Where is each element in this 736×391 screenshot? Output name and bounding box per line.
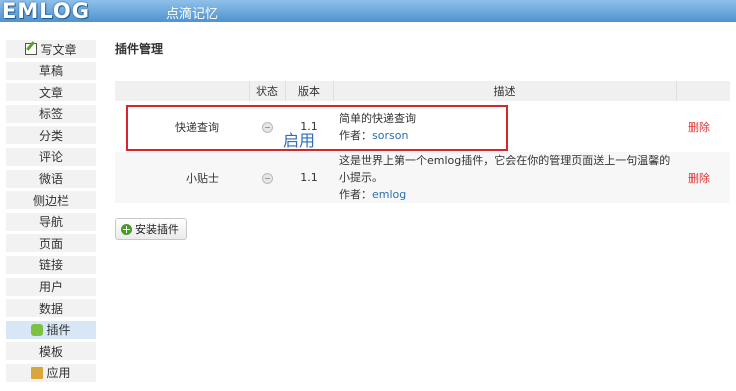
plugin-description: 这是世界上第一个emlog插件，它会在你的管理页面送上一句温馨的小提示。 [339,154,671,184]
install-plugin-button[interactable]: 安装插件 [115,218,187,240]
delete-plugin-link[interactable]: 删除 [688,121,710,134]
author-link[interactable]: emlog [372,188,406,201]
main-content: 插件管理 状态 版本 描述 快递查询 1.1 简单的快递查询 作者：sorson… [115,40,730,203]
app-icon [31,366,44,379]
emlog-logo[interactable]: EMLOG [2,0,90,23]
sidebar-item-categories[interactable]: 分类 [5,125,97,146]
sidebar-item-widgets[interactable]: 侧边栏 [5,190,97,211]
sidebar-item-label: 插件 [46,323,71,338]
header-description: 描述 [333,81,677,101]
plugin-version: 1.1 [300,171,318,184]
annotation-highlight-box [126,105,508,151]
sidebar-item-label: 数据 [38,301,63,316]
plugin-name: 小贴士 [186,171,219,185]
sidebar-item-label: 评论 [38,150,63,165]
sidebar-item-plugins[interactable]: 插件 [5,319,97,340]
sidebar-item-label: 侧边栏 [32,193,69,208]
sidebar-item-drafts[interactable]: 草稿 [5,60,97,81]
header-status: 状态 [249,81,286,101]
plus-icon [121,223,132,235]
top-header-bar: EMLOG 点滴记忆 [0,0,736,23]
header-name [115,81,250,101]
sidebar-item-tags[interactable]: 标签 [5,103,97,124]
table-row: 小贴士 1.1 这是世界上第一个emlog插件，它会在你的管理页面送上一句温馨的… [115,152,730,203]
sidebar-item-links[interactable]: 链接 [5,254,97,275]
sidebar-item-comments[interactable]: 评论 [5,146,97,167]
table-header-row: 状态 版本 描述 [115,81,730,101]
site-name[interactable]: 点滴记忆 [166,3,218,22]
sidebar-item-label: 导航 [38,215,63,230]
sidebar-item-label: 模板 [38,344,63,359]
sidebar-item-data[interactable]: 数据 [5,298,97,319]
sidebar-item-pages[interactable]: 页面 [5,233,97,254]
sidebar-item-navigation[interactable]: 导航 [5,211,97,232]
author-label: 作者： [339,188,372,201]
sidebar-item-templates[interactable]: 模板 [5,341,97,362]
status-toggle-icon[interactable] [261,172,273,184]
header-actions [676,81,730,101]
sidebar-item-label: 微语 [38,172,63,187]
plugin-icon [31,323,44,336]
sidebar-item-label: 草稿 [38,64,63,79]
delete-plugin-link[interactable]: 删除 [688,172,710,185]
page-title: 插件管理 [115,42,164,56]
sidebar-item-label: 应用 [46,366,71,381]
sidebar-item-articles[interactable]: 文章 [5,82,97,103]
pencil-icon [25,43,38,55]
sidebar-nav: 写文章 草稿 文章 标签 分类 评论 微语 侧边栏 导航 页面 链接 用户 数据… [5,39,97,385]
sidebar-item-write-article[interactable]: 写文章 [5,39,97,59]
header-version: 版本 [285,81,334,101]
install-plugin-label: 安装插件 [135,223,179,236]
enable-annotation: 启用 [283,131,316,150]
sidebar-item-apps[interactable]: 应用 [5,362,97,383]
sidebar-item-label: 分类 [38,128,63,143]
sidebar-item-label: 链接 [38,258,63,273]
sidebar-item-microposts[interactable]: 微语 [5,168,97,189]
sidebar-item-label: 写文章 [40,42,77,57]
sidebar-item-label: 用户 [38,280,63,295]
sidebar-item-label: 文章 [38,85,63,100]
sidebar-item-label: 标签 [38,107,63,122]
sidebar-item-label: 页面 [38,236,63,251]
sidebar-item-users[interactable]: 用户 [5,276,97,297]
